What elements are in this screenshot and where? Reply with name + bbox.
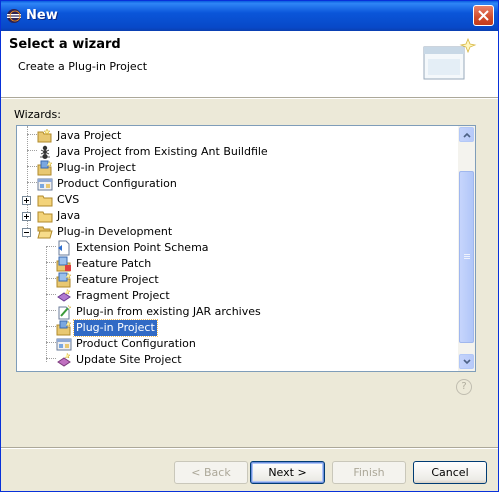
tree-item-plugin-project-selected[interactable]: Plug-in Project xyxy=(17,319,457,337)
feature-patch-icon xyxy=(56,256,71,272)
header-separator xyxy=(1,97,498,99)
wizard-tree[interactable]: Java Project Java Project from Existing … xyxy=(16,125,476,372)
fragment-project-icon xyxy=(57,288,71,302)
tree-item-label: Fragment Project xyxy=(76,289,170,302)
tree-item-cvs[interactable]: CVS xyxy=(17,192,457,208)
tree-item-label: Extension Point Schema xyxy=(76,241,209,254)
window-title: New xyxy=(26,8,58,23)
back-button[interactable]: < Back xyxy=(174,461,248,484)
help-icon[interactable]: ? xyxy=(456,379,472,395)
product-config-icon xyxy=(56,338,72,351)
tree-item-update-site-project[interactable]: Update Site Project xyxy=(17,352,457,368)
tree-item-label: Plug-in Project xyxy=(73,319,158,337)
wizards-label: Wizards: xyxy=(14,108,61,121)
tree-item-label: Java xyxy=(57,209,81,222)
feature-project-icon xyxy=(56,272,72,288)
tree-item-label: Feature Project xyxy=(76,273,159,286)
folder-icon xyxy=(37,195,53,207)
plugin-jar-icon xyxy=(58,304,72,320)
plugin-project-icon xyxy=(37,160,53,176)
scroll-up-button[interactable] xyxy=(459,127,474,142)
tree-item-label: Feature Patch xyxy=(76,257,152,270)
chevron-down-icon xyxy=(463,359,471,365)
eclipse-icon xyxy=(7,9,21,23)
tree-item-label: Java Project from Existing Ant Buildfile xyxy=(57,145,268,158)
cancel-button[interactable]: Cancel xyxy=(413,461,487,484)
tree-item-label: Java Project xyxy=(57,129,122,142)
tree-item-extension-point-schema[interactable]: Extension Point Schema xyxy=(17,240,457,256)
scroll-grip xyxy=(464,256,470,257)
folder-icon xyxy=(37,211,53,223)
tree-item-label: CVS xyxy=(57,193,80,206)
vertical-scrollbar[interactable] xyxy=(458,126,475,371)
tree-item-fragment-project[interactable]: Fragment Project xyxy=(17,288,457,304)
collapse-toggle[interactable] xyxy=(22,228,31,237)
wizard-header: Select a wizard Create a Plug-in Project xyxy=(1,31,498,97)
close-icon xyxy=(478,10,489,21)
tree-item-label: Plug-in Project xyxy=(57,161,136,174)
scroll-down-button[interactable] xyxy=(459,354,474,369)
ant-icon xyxy=(40,145,50,159)
tree-item-label: Update Site Project xyxy=(76,353,182,366)
next-button[interactable]: Next > xyxy=(250,461,325,484)
tree-item-label: Plug-in from existing JAR archives xyxy=(76,305,261,318)
new-wizard-banner-icon xyxy=(423,37,477,80)
update-site-icon xyxy=(57,352,71,367)
tree-item-java-project[interactable]: Java Project xyxy=(17,128,457,144)
tree-item-feature-project[interactable]: Feature Project xyxy=(17,272,457,288)
new-wizard-dialog: New Select a wizard Create a Plug-in Pro… xyxy=(0,0,499,492)
tree-item-label: Plug-in Development xyxy=(57,225,173,238)
scroll-thumb[interactable] xyxy=(459,171,474,343)
tree-item-label: Product Configuration xyxy=(76,337,196,350)
tree-item-plugin-development[interactable]: Plug-in Development xyxy=(17,224,457,240)
tree-item-plugin-project[interactable]: Plug-in Project xyxy=(17,160,457,176)
tree-item-java[interactable]: Java xyxy=(17,208,457,224)
expand-toggle[interactable] xyxy=(22,212,31,221)
schema-icon xyxy=(58,240,70,256)
chevron-up-icon xyxy=(463,132,471,138)
product-config-icon xyxy=(37,178,53,191)
page-title: Select a wizard xyxy=(9,37,121,52)
scroll-grip xyxy=(464,258,470,259)
close-button[interactable] xyxy=(473,5,494,26)
expand-toggle[interactable] xyxy=(22,196,31,205)
finish-button[interactable]: Finish xyxy=(332,461,406,484)
tree-item-label: Product Configuration xyxy=(57,177,177,190)
tree-item-plugin-from-jar[interactable]: Plug-in from existing JAR archives xyxy=(17,304,457,320)
tree-item-java-ant[interactable]: Java Project from Existing Ant Buildfile xyxy=(17,144,457,160)
tree-item-feature-patch[interactable]: Feature Patch xyxy=(17,256,457,272)
scroll-grip xyxy=(464,254,470,255)
java-project-icon xyxy=(37,128,52,143)
folder-open-icon xyxy=(37,226,53,239)
page-subtitle: Create a Plug-in Project xyxy=(18,60,148,73)
title-bar[interactable]: New xyxy=(1,1,498,31)
tree-item-product-configuration[interactable]: Product Configuration xyxy=(17,176,457,192)
plugin-project-icon xyxy=(56,320,72,336)
button-bar-separator xyxy=(1,447,498,449)
tree-item-product-configuration-pde[interactable]: Product Configuration xyxy=(17,336,457,352)
